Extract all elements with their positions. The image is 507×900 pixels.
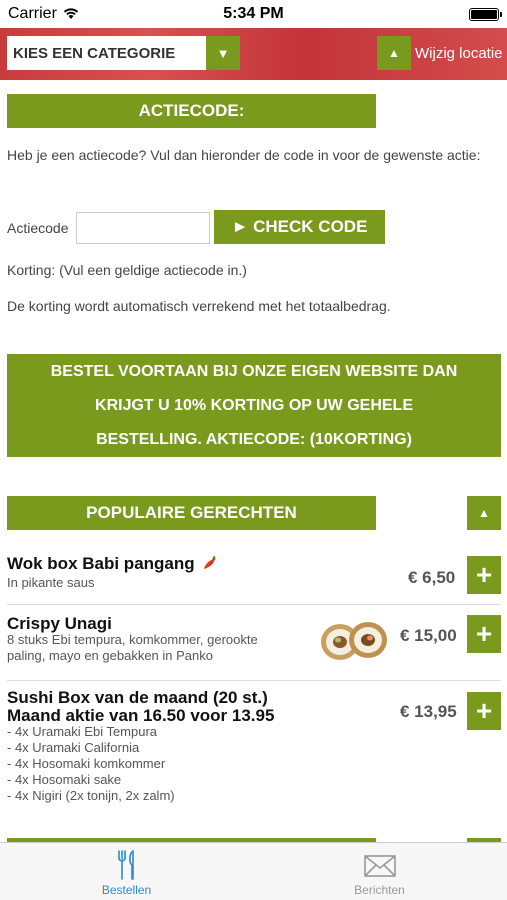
discount-status: Korting: (Vul een geldige actiecode in.) <box>7 262 247 278</box>
banner-line-1: BESTEL VOORTAAN BIJ ONZE EIGEN WEBSITE D… <box>50 363 458 380</box>
dish-contents-item: - 4x Hosomaki komkommer <box>7 756 166 771</box>
clock: 5:34 PM <box>223 5 284 22</box>
tab-berichten[interactable]: Berichten <box>253 843 506 900</box>
dish-row: Wok box Babi pangang In pikante saus € 6… <box>0 548 507 604</box>
dish-row: Crispy Unagi 8 stuks Ebi tempura, komkom… <box>0 606 507 680</box>
dish-contents-item: - 4x Uramaki Ebi Tempura <box>7 724 158 739</box>
dish-promo-subtitle: Maand aktie van 16.50 voor 13.95 <box>7 706 275 725</box>
dish-price: € 6,50 <box>408 568 456 587</box>
add-to-cart-button[interactable]: + <box>467 556 501 594</box>
divider <box>7 604 501 605</box>
dish-contents-item: - 4x Uramaki California <box>7 740 140 755</box>
header: KIES EEN CATEGORIE ▼ ▲ Wijzig locatie <box>0 28 507 80</box>
banner-line-3: BESTELLING. AKTIECODE: (10KORTING) <box>96 431 412 448</box>
dish-name: Sushi Box van de maand (20 st.) <box>7 688 268 707</box>
divider <box>7 680 501 681</box>
tab-bestellen[interactable]: Bestellen <box>0 843 253 900</box>
dish-row: Sushi Box van de maand (20 st.) Maand ak… <box>0 682 507 832</box>
add-to-cart-button[interactable]: + <box>467 692 501 730</box>
add-to-cart-button[interactable]: + <box>467 615 501 653</box>
change-location-label[interactable]: Wijzig locatie <box>415 45 503 62</box>
website-discount-banner: BESTEL VOORTAAN BIJ ONZE EIGEN WEBSITE D… <box>7 354 501 457</box>
chevron-down-icon[interactable]: ▼ <box>206 36 240 70</box>
tab-label: Berichten <box>354 883 405 897</box>
plus-icon: + <box>475 695 493 726</box>
plus-icon: + <box>475 618 493 649</box>
change-location-button[interactable]: ▲ <box>377 36 411 70</box>
dish-contents-item: - 4x Hosomaki sake <box>7 772 122 787</box>
tab-bar: Bestellen Berichten <box>0 842 507 900</box>
promo-code-title: ACTIECODE: <box>7 94 376 128</box>
dish-name: Wok box Babi pangang <box>7 554 195 573</box>
dish-description: 8 stuks Ebi tempura, komkommer, gerookte… <box>7 632 258 663</box>
dish-contents-item: - 4x Nigiri (2x tonijn, 2x zalm) <box>7 788 175 803</box>
popular-collapse-button[interactable]: ▲ <box>467 496 501 530</box>
banner-line-2: KRIJGT U 10% KORTING OP UW GEHELE <box>95 397 413 414</box>
dish-name: Crispy Unagi <box>7 614 112 633</box>
discount-note: De korting wordt automatisch verrekend m… <box>7 298 391 314</box>
category-select-label: KIES EEN CATEGORIE <box>13 44 176 62</box>
fork-knife-icon <box>117 850 134 880</box>
dish-price: € 15,00 <box>400 626 457 645</box>
dish-description: In pikante saus <box>7 575 95 590</box>
promo-intro-text: Heb je een actiecode? Vul dan hieronder … <box>7 147 481 163</box>
category-select[interactable]: KIES EEN CATEGORIE ▼ <box>7 36 240 70</box>
popular-dishes-title: POPULAIRE GERECHTEN <box>7 496 376 530</box>
plus-icon: + <box>475 559 493 590</box>
promo-code-label: Actiecode <box>7 220 69 236</box>
chevron-up-icon: ▲ <box>388 46 400 60</box>
battery-icon <box>469 8 502 21</box>
chili-pepper-icon <box>204 555 216 569</box>
dish-price: € 13,95 <box>400 702 457 721</box>
envelope-icon <box>363 855 396 877</box>
check-code-button[interactable]: ► CHECK CODE <box>214 210 385 244</box>
chevron-up-icon: ▲ <box>478 506 490 520</box>
sushi-image <box>321 622 387 660</box>
status-bar: Carrier 5:34 PM <box>0 0 507 28</box>
tab-label: Bestellen <box>101 883 152 897</box>
dish-name-row: Wok box Babi pangang <box>7 554 218 573</box>
dish-contents-list: - 4x Uramaki Ebi Tempura - 4x Uramaki Ca… <box>7 724 175 804</box>
promo-code-input[interactable] <box>76 212 210 244</box>
